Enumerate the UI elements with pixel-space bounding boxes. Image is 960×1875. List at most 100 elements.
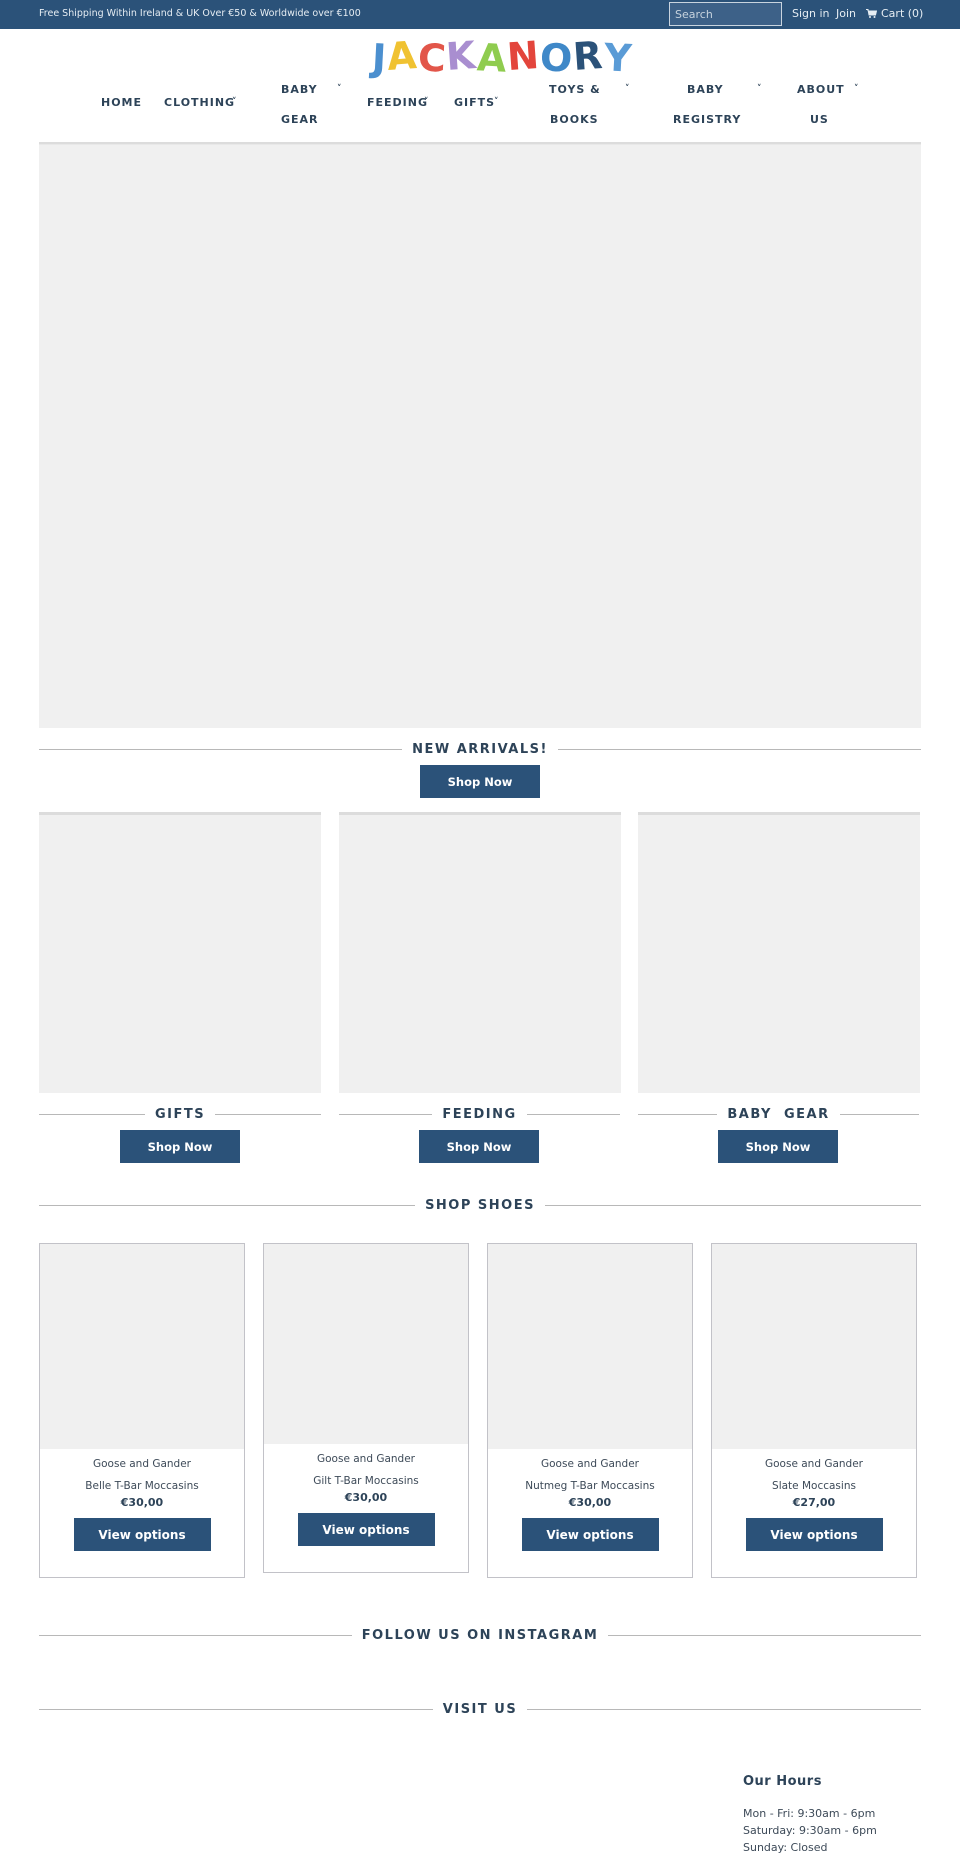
cart-icon[interactable]: [866, 9, 877, 18]
divider: [39, 1634, 352, 1636]
instagram-heading: FOLLOW US ON INSTAGRAM: [39, 1625, 921, 1645]
view-options-button[interactable]: View options: [745, 1518, 883, 1551]
view-options-button[interactable]: View options: [297, 1513, 435, 1546]
divider: [544, 1204, 922, 1206]
divider: [39, 1708, 433, 1710]
new-arrivals-heading: NEW ARRIVALS!: [39, 739, 922, 759]
hero-banner-image[interactable]: [39, 145, 921, 728]
view-options-button[interactable]: View options: [73, 1518, 211, 1551]
visit-us-heading: VISIT US: [39, 1699, 922, 1719]
product-brand: Goose and Gander: [316, 1453, 415, 1465]
chevron-down-icon[interactable]: ˅: [494, 97, 499, 107]
nav-baby-registry[interactable]: BABY: [687, 75, 724, 105]
divider: [39, 1113, 145, 1115]
chevron-down-icon[interactable]: ˅: [232, 97, 237, 107]
section-title: FOLLOW US ON INSTAGRAM: [361, 1627, 599, 1643]
product-card[interactable]: Goose and Gander Gilt T-Bar Moccasins €3…: [263, 1243, 469, 1573]
product-image[interactable]: [40, 1244, 244, 1449]
shop-shoes-heading: SHOP SHOES: [39, 1195, 922, 1215]
cart-link[interactable]: Cart (0): [881, 7, 923, 20]
logo-letter: K: [444, 33, 478, 79]
nav-feeding[interactable]: FEEDING: [367, 88, 428, 118]
product-brand: Goose and Gander: [764, 1458, 863, 1470]
category-heading-feeding: FEEDING: [339, 1104, 621, 1124]
nav-clothing[interactable]: CLOTHING: [164, 88, 235, 118]
category-image-baby-gear[interactable]: [638, 812, 920, 1093]
divider: [557, 748, 922, 750]
nav-toys-books-line2[interactable]: BOOKS: [550, 105, 599, 135]
nav-baby-gear[interactable]: BABY: [281, 75, 318, 105]
logo-letter: A: [475, 35, 508, 81]
sign-in-link[interactable]: Sign in: [792, 7, 830, 20]
product-image[interactable]: [712, 1244, 916, 1449]
nav-gifts[interactable]: GIFTS: [454, 88, 495, 118]
logo-letter: Y: [602, 35, 633, 81]
join-link[interactable]: Join: [836, 7, 856, 20]
category-image-gifts[interactable]: [39, 812, 321, 1093]
hours-saturday: Saturday: 9:30am - 6pm: [743, 1824, 877, 1837]
shipping-promo-text: Free Shipping Within Ireland & UK Over €…: [39, 8, 361, 19]
nav-toys-books[interactable]: TOYS &: [549, 75, 601, 105]
product-brand: Goose and Gander: [92, 1458, 191, 1470]
product-card[interactable]: Goose and Gander Belle T-Bar Moccasins €…: [39, 1243, 245, 1578]
section-title: FEEDING: [442, 1106, 517, 1122]
category-heading-baby-gear: BABY GEAR: [638, 1104, 920, 1124]
divider: [638, 1113, 718, 1115]
chevron-down-icon[interactable]: ˅: [757, 84, 762, 94]
baby-gear-shop-now-button[interactable]: Shop Now: [718, 1130, 838, 1163]
divider: [608, 1634, 921, 1636]
nav-home[interactable]: HOME: [101, 88, 142, 118]
category-heading-gifts: GIFTS: [39, 1104, 321, 1124]
gifts-shop-now-button[interactable]: Shop Now: [120, 1130, 240, 1163]
product-image[interactable]: [264, 1244, 468, 1444]
logo-letter: A: [385, 33, 419, 79]
hours-sunday: Sunday: Closed: [743, 1841, 828, 1854]
chevron-down-icon[interactable]: ˅: [854, 84, 859, 94]
divider: [39, 748, 403, 750]
feeding-shop-now-button[interactable]: Shop Now: [419, 1130, 539, 1163]
product-price: €30,00: [344, 1491, 388, 1504]
product-image[interactable]: [488, 1244, 692, 1449]
nav-about-us-line2[interactable]: US: [810, 105, 829, 135]
product-name[interactable]: Gilt T-Bar Moccasins: [264, 1475, 468, 1487]
section-title: NEW ARRIVALS!: [412, 741, 548, 757]
product-card[interactable]: Goose and Gander Nutmeg T-Bar Moccasins …: [487, 1243, 693, 1578]
view-options-button[interactable]: View options: [521, 1518, 659, 1551]
section-title: GIFTS: [154, 1106, 206, 1122]
logo-letter: J: [370, 35, 388, 81]
chevron-down-icon[interactable]: ˅: [625, 84, 630, 94]
announcement-bar: Free Shipping Within Ireland & UK Over €…: [0, 0, 960, 29]
divider: [215, 1113, 321, 1115]
section-title: BABY GEAR: [727, 1106, 830, 1122]
our-hours-title: Our Hours: [743, 1774, 822, 1789]
divider: [527, 1708, 922, 1710]
product-name[interactable]: Nutmeg T-Bar Moccasins: [488, 1480, 692, 1492]
chevron-down-icon[interactable]: ˅: [337, 84, 342, 94]
chevron-down-icon[interactable]: ˅: [424, 97, 429, 107]
logo-letter: C: [416, 35, 447, 81]
divider: [339, 1113, 433, 1115]
product-brand: Goose and Gander: [540, 1458, 639, 1470]
logo-letter: O: [539, 35, 574, 81]
product-price: €27,00: [792, 1496, 836, 1509]
product-price: €30,00: [568, 1496, 612, 1509]
product-card[interactable]: Goose and Gander Slate Moccasins €27,00 …: [711, 1243, 917, 1578]
logo-letter: R: [571, 33, 605, 79]
nav-about-us[interactable]: ABOUT: [797, 75, 845, 105]
section-title: VISIT US: [442, 1701, 518, 1717]
search-input[interactable]: [669, 2, 782, 26]
logo-letter: N: [505, 32, 541, 80]
hours-weekdays: Mon - Fri: 9:30am - 6pm: [743, 1807, 876, 1820]
divider: [526, 1113, 621, 1115]
divider: [839, 1113, 920, 1115]
new-arrivals-shop-now-button[interactable]: Shop Now: [420, 765, 540, 798]
product-name[interactable]: Belle T-Bar Moccasins: [40, 1480, 244, 1492]
section-title: SHOP SHOES: [425, 1197, 535, 1213]
category-image-feeding[interactable]: [339, 812, 621, 1093]
product-name[interactable]: Slate Moccasins: [712, 1480, 916, 1492]
nav-baby-gear-line2[interactable]: GEAR: [281, 105, 319, 135]
jackanory-logo[interactable]: JACKANORY: [370, 32, 633, 81]
nav-baby-registry-line2[interactable]: REGISTRY: [673, 105, 741, 135]
product-price: €30,00: [120, 1496, 164, 1509]
divider: [39, 1204, 416, 1206]
